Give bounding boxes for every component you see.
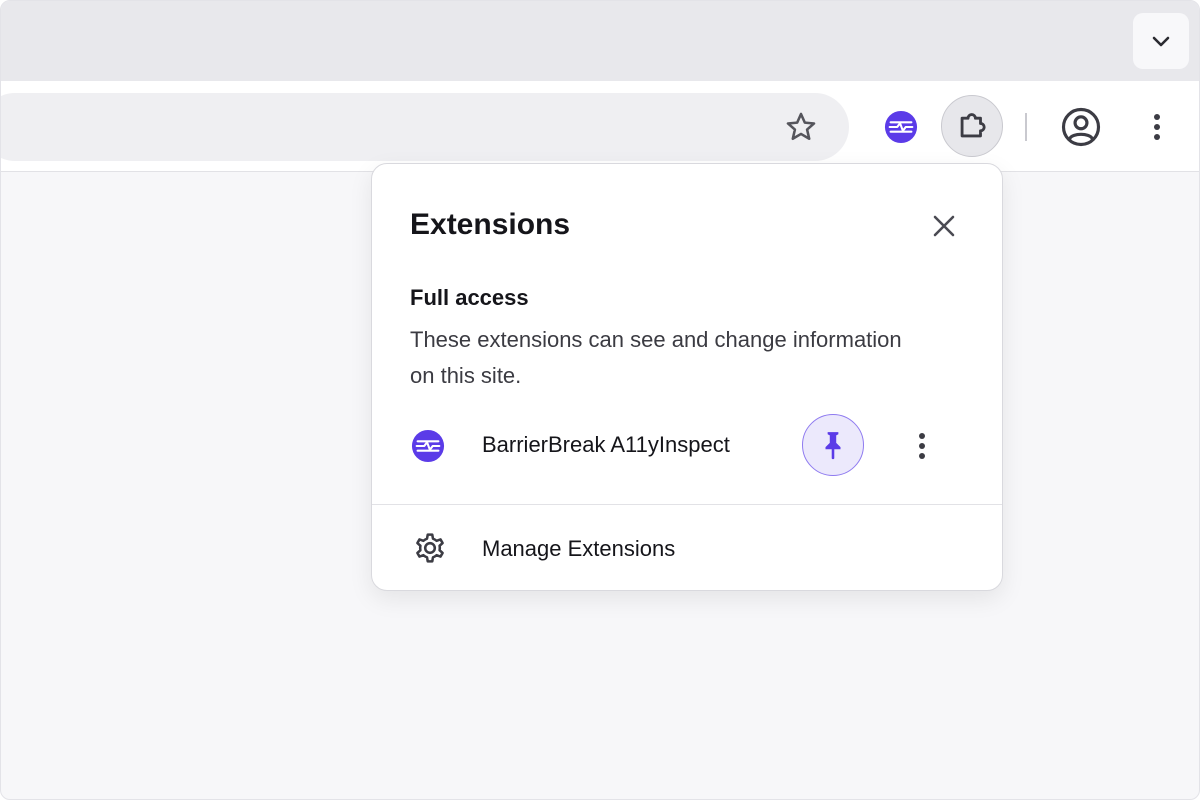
toolbar-separator	[1025, 113, 1027, 141]
section-description: These extensions can see and change info…	[410, 327, 902, 388]
section-heading: Full access	[410, 285, 529, 310]
profile-button[interactable]	[1057, 103, 1105, 151]
puzzle-icon	[960, 113, 986, 138]
extensions-popup: Extensions Full access These extensions …	[371, 163, 1003, 591]
bookmark-button[interactable]	[779, 105, 823, 149]
gear-icon	[416, 533, 444, 563]
a11yinspect-toolbar-button[interactable]	[879, 105, 923, 149]
vertical-dots-icon	[919, 433, 925, 459]
vertical-dots-icon	[1154, 114, 1160, 140]
browser-window: Extensions Full access These extensions …	[0, 0, 1200, 800]
settings-icon-wrap	[410, 528, 450, 568]
a11yinspect-logo-icon	[411, 429, 445, 463]
extensions-menu-button[interactable]	[941, 95, 1003, 157]
close-button[interactable]	[922, 204, 966, 248]
browser-menu-button[interactable]	[1137, 105, 1177, 149]
a11yinspect-logo-icon	[884, 110, 918, 144]
chevron-down-icon	[1152, 36, 1170, 47]
extension-icon	[410, 428, 446, 464]
pin-button[interactable]	[802, 414, 864, 476]
profile-icon	[1061, 107, 1101, 147]
manage-extensions-label: Manage Extensions	[482, 536, 676, 561]
star-icon	[786, 112, 816, 141]
extension-name[interactable]: BarrierBreak A11yInspect	[482, 432, 730, 458]
tab-strip	[1, 1, 1199, 81]
popup-title: Extensions	[410, 208, 571, 241]
address-bar[interactable]	[1, 93, 849, 161]
pin-icon	[825, 432, 841, 460]
popup-divider	[372, 504, 1002, 505]
extension-more-button[interactable]	[900, 422, 944, 470]
manage-extensions-item[interactable]: Manage Extensions	[372, 506, 1002, 590]
tab-search-button[interactable]	[1133, 13, 1189, 69]
browser-toolbar	[1, 81, 1199, 172]
close-icon	[933, 215, 955, 237]
